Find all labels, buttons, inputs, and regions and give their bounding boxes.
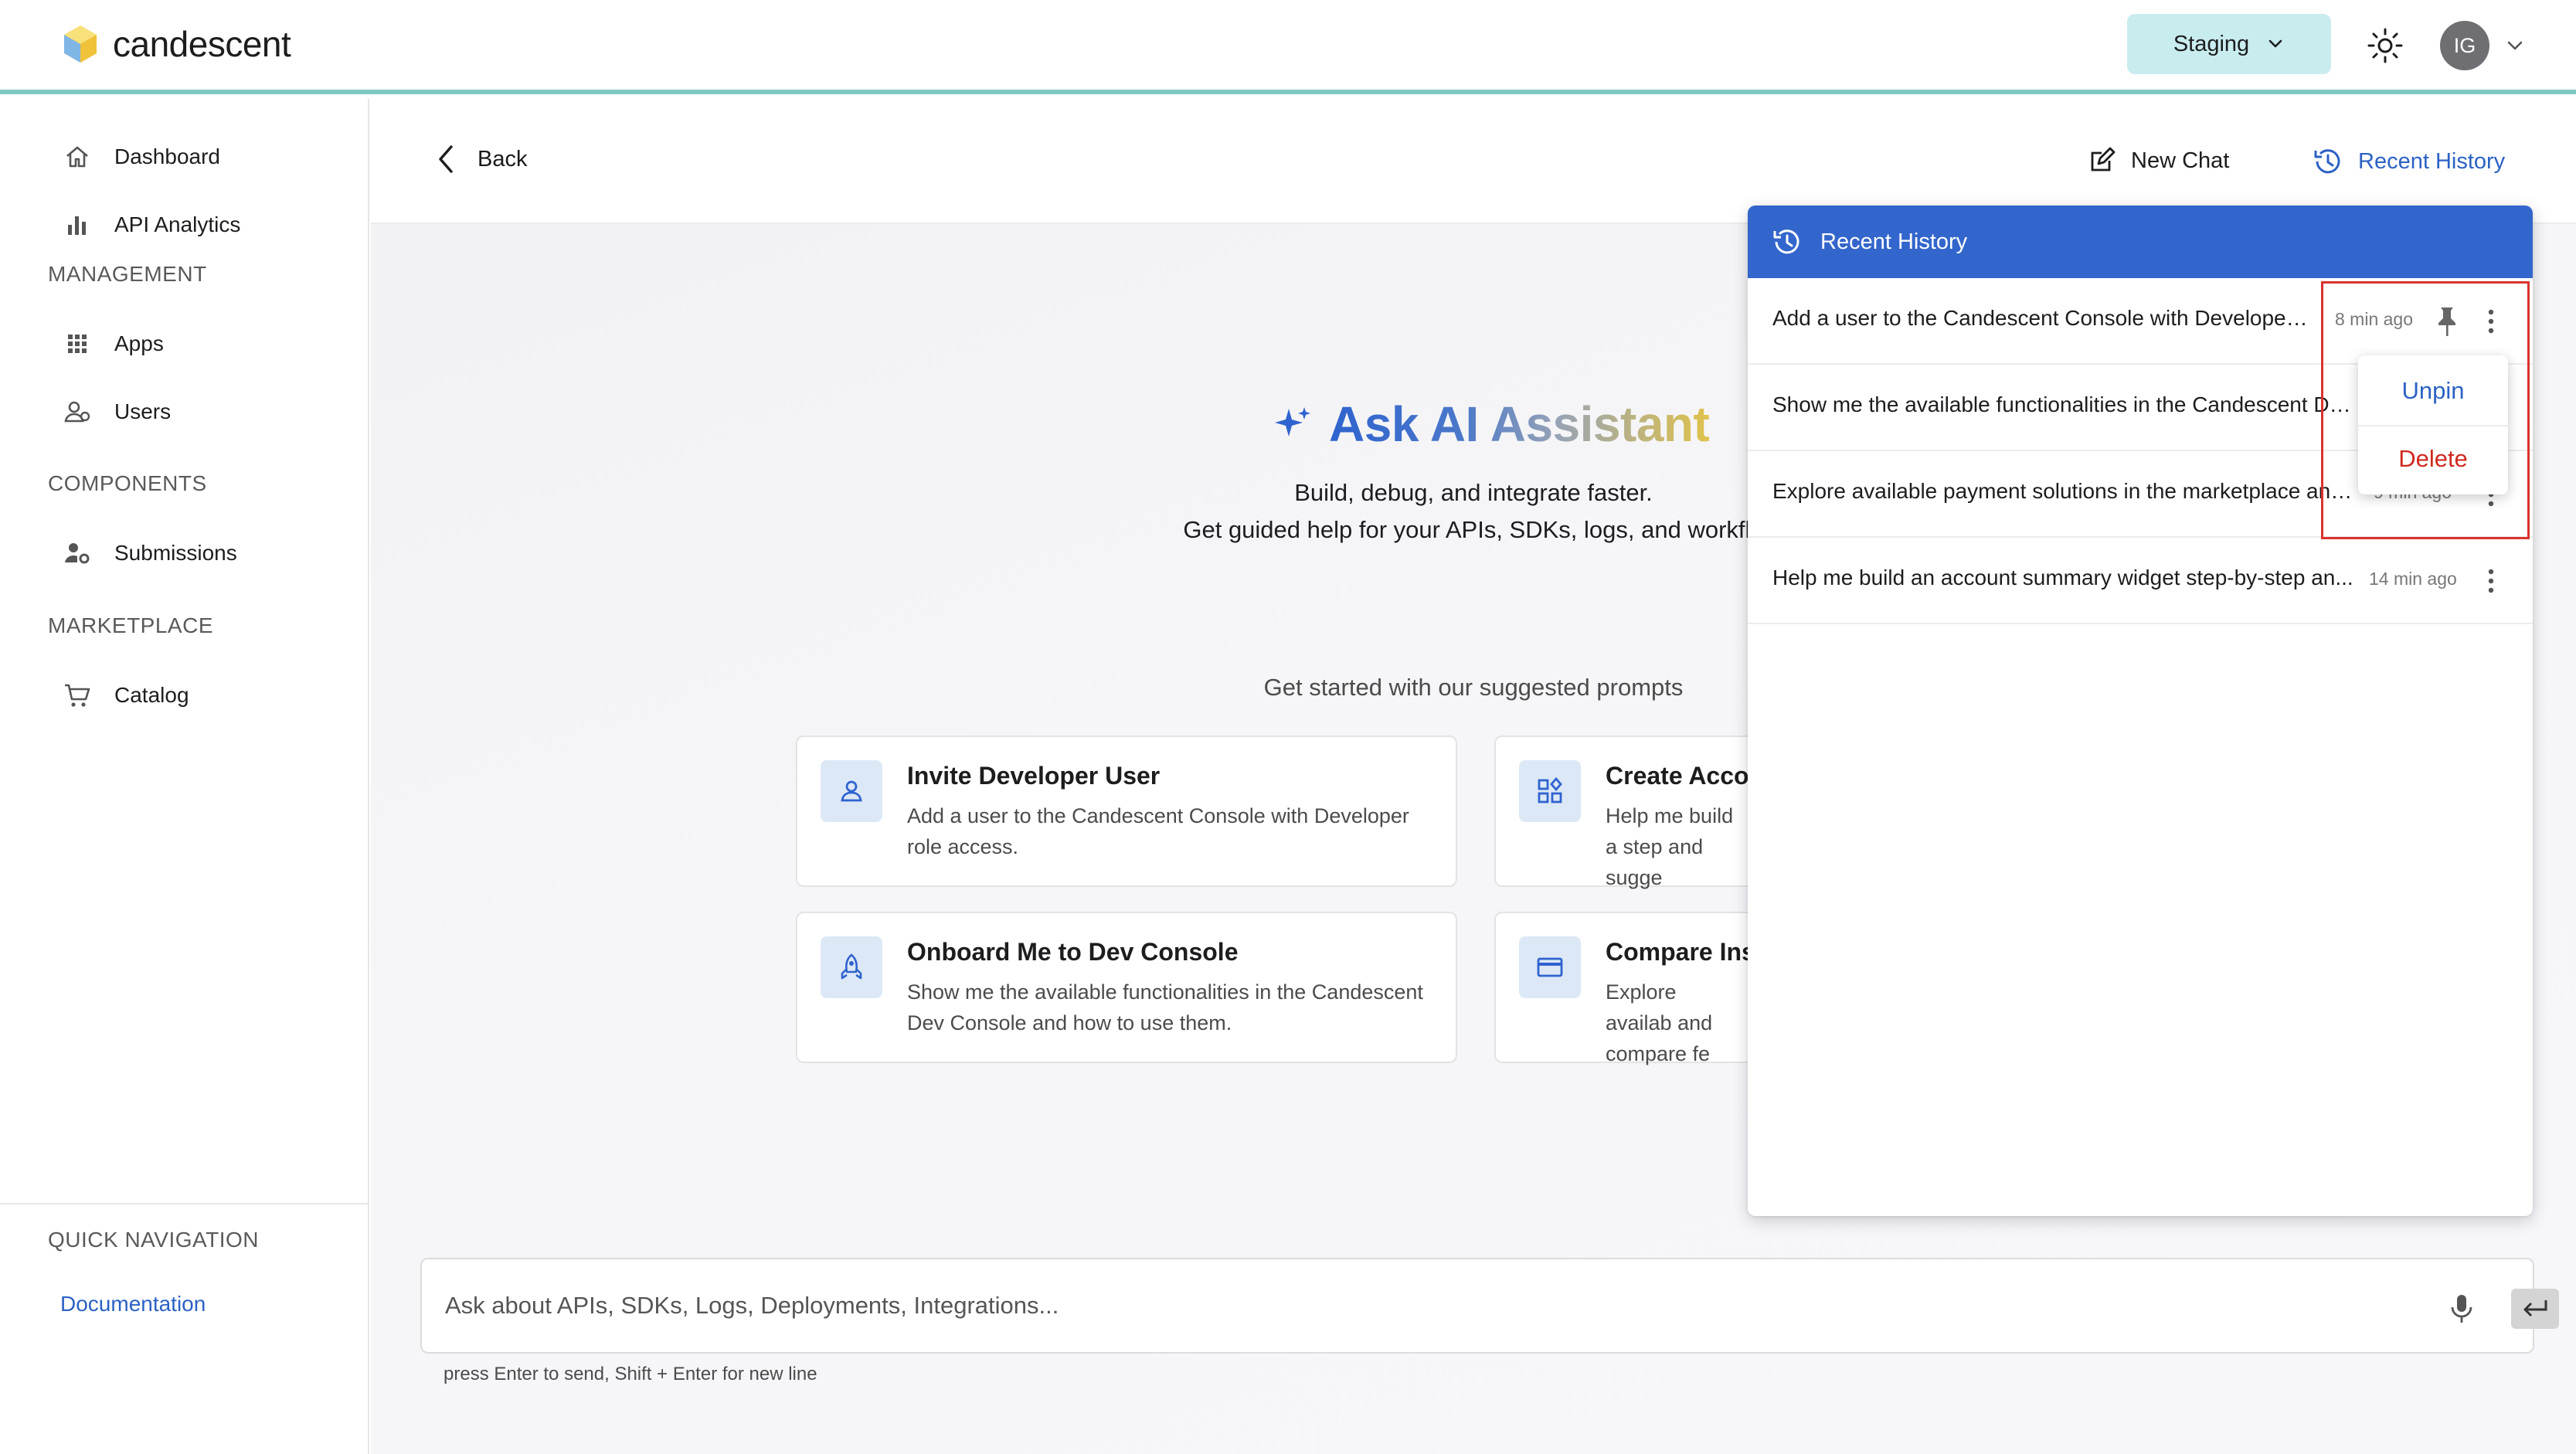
account-menu-chevron-icon[interactable] [2503,34,2527,57]
new-chat-button[interactable]: New Chat [2086,145,2229,176]
card-title: Invite Developer User [907,762,1161,790]
chat-input-box [420,1258,2559,1354]
sidebar-item-label: Apps [114,331,164,355]
delete-menu-item[interactable]: Delete [2358,428,2508,490]
sidebar-item-label: API Analytics [114,212,241,236]
prompt-card-invite-developer[interactable]: Invite Developer User Add a user to the … [796,735,1457,887]
brand-name: candescent [113,24,291,64]
grid-icon [68,335,87,353]
sidebar-item-label: Catalog [114,683,189,707]
history-item-time: 14 min ago [2369,569,2457,589]
history-icon [1773,229,1799,254]
chevron-down-icon [2268,39,2282,48]
card-description: Explore availab and compare fe [1606,980,1713,1065]
chevron-left-icon [439,145,453,173]
sidebar-item-users[interactable]: Users [62,389,171,435]
input-hint: press Enter to send, Shift + Enter for n… [443,1364,817,1384]
sidebar-item-api-analytics[interactable]: API Analytics [62,202,240,248]
card-icon-box [821,936,882,998]
edit-icon [2091,147,2116,172]
menu-divider [2358,425,2508,426]
cart-icon [65,684,90,707]
user-settings-icon [65,543,90,564]
recent-history-label: Recent History [2358,148,2506,174]
users-icon [64,401,90,423]
unpin-menu-item[interactable]: Unpin [2358,360,2508,422]
section-title-marketplace: MARKETPLACE [48,613,213,637]
card-description: Help me build a step and sugge [1606,804,1734,889]
home-icon [66,146,88,168]
history-item-text: Help me build an account summary widget … [1772,566,2353,589]
sidebar-item-label: Users [114,399,172,423]
hero-title-text: Ask AI Assistant [1329,396,1710,452]
card-title: Create Acco [1606,762,1749,790]
history-panel-header: Recent History [1748,206,2533,278]
bar-chart-icon [68,216,86,235]
history-item-text: Show me the available functionalities in… [1772,392,2358,416]
hero-title: Ask AI Assistant [1272,396,1710,453]
card-icon-box [821,760,882,822]
recent-history-button[interactable]: Recent History [2312,145,2505,178]
history-item-time: 8 min ago [2335,309,2414,329]
prompt-card-onboard[interactable]: Onboard Me to Dev Console Show me the av… [796,912,1457,1063]
top-bar: candescent Staging IG [0,0,2576,94]
card-title: Onboard Me to Dev Console [907,938,1239,966]
sidebar-item-dashboard[interactable]: Dashboard [62,134,220,180]
enter-icon [2523,1300,2547,1317]
back-button[interactable]: Back [434,142,527,176]
history-item-text: Add a user to the Candescent Console wit… [1772,306,2313,330]
send-button[interactable] [2511,1289,2559,1329]
section-title-management: MANAGEMENT [48,262,207,286]
section-title-quick-navigation: QUICK NAVIGATION [48,1228,259,1252]
history-panel-title: Recent History [1820,229,1968,254]
more-vert-icon[interactable] [2480,564,2502,598]
card-description: Add a user to the Candescent Console wit… [907,804,1409,858]
sparkle-icon [1275,407,1310,437]
sidebar-item-apps[interactable]: Apps [62,321,164,367]
chat-input[interactable] [445,1282,2222,1329]
sidebar-item-label: Submissions [114,541,237,565]
sun-icon[interactable] [2366,26,2404,65]
microphone-icon[interactable] [2446,1292,2477,1326]
card-icon-box [1519,936,1581,998]
logo-mark-icon [64,25,97,63]
history-icon [2314,149,2340,174]
user-icon [841,780,862,802]
credit-card-icon [1537,957,1563,977]
brand-logo[interactable]: candescent [62,23,291,65]
pin-icon[interactable] [2432,304,2462,338]
sidebar: Dashboard API Analytics MANAGEMENT Apps … [0,99,369,1454]
history-item-menu: Unpin Delete [2358,355,2508,494]
sidebar-item-label: Dashboard [114,144,220,168]
new-chat-label: New Chat [2131,148,2230,173]
history-item[interactable]: Help me build an account summary widget … [1748,538,2533,624]
environment-selector[interactable]: Staging [2127,14,2331,74]
rocket-icon [841,953,862,980]
sidebar-item-submissions[interactable]: Submissions [62,530,237,576]
card-title: Compare Ins [1606,938,1755,966]
section-title-components: COMPONENTS [48,471,207,495]
documentation-link[interactable]: Documentation [60,1292,206,1316]
history-item[interactable]: Add a user to the Candescent Console wit… [1748,278,2533,365]
history-item-text: Explore available payment solutions in t… [1772,479,2358,503]
environment-label: Staging [2173,31,2250,56]
card-description: Show me the available functionalities in… [907,980,1423,1034]
card-icon-box [1519,760,1581,822]
sidebar-item-catalog[interactable]: Catalog [62,672,189,719]
avatar[interactable]: IG [2440,21,2489,70]
sidebar-divider [0,1203,369,1204]
back-label: Back [477,146,528,172]
widgets-icon [1538,776,1562,803]
more-vert-icon[interactable] [2480,304,2502,338]
